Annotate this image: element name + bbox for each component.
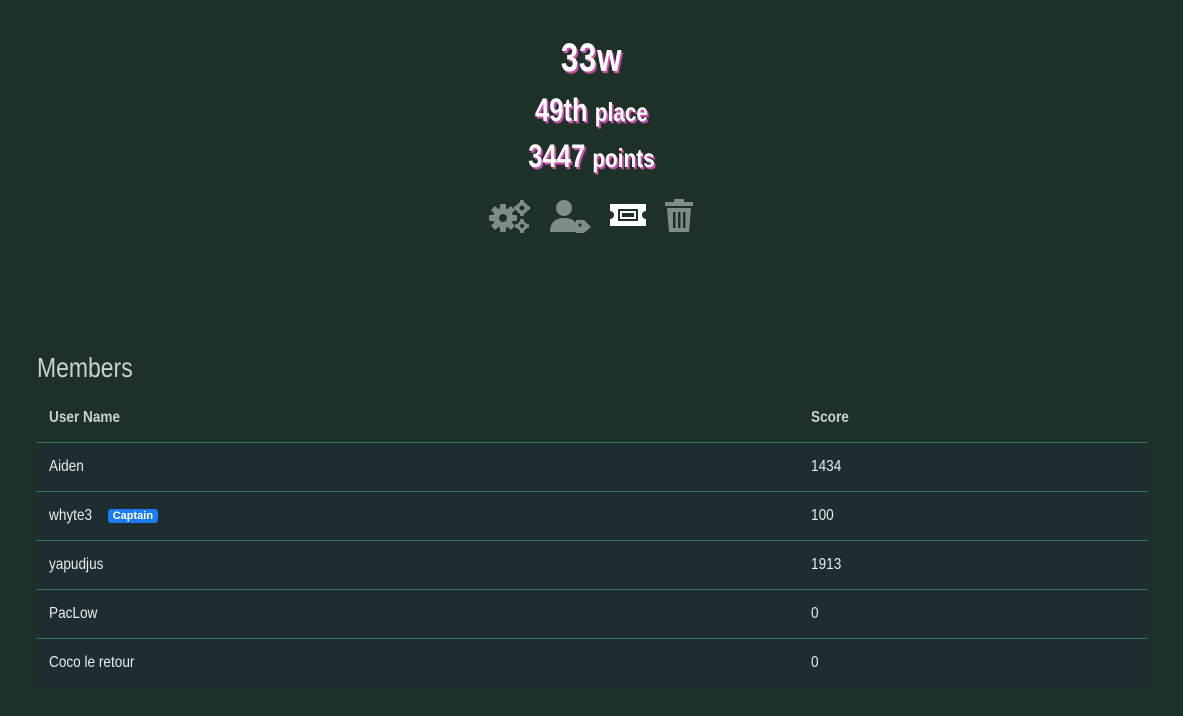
- team-name: 33w: [560, 36, 623, 80]
- table-row: Coco le retour 0: [37, 638, 1147, 687]
- table-row: yapudjus 1913: [37, 540, 1147, 590]
- points-label: points: [592, 143, 655, 173]
- points-number: 3447: [528, 138, 586, 174]
- team-toolbar: [488, 198, 698, 234]
- gears-icon: [489, 200, 530, 233]
- ticket-button[interactable]: [608, 198, 648, 234]
- place-label: place: [594, 97, 648, 127]
- delete-team-button[interactable]: [664, 198, 694, 234]
- member-link[interactable]: yapudjus: [49, 556, 103, 574]
- member-score: 1434: [811, 458, 842, 475]
- member-score: 0: [811, 605, 819, 622]
- column-header-score[interactable]: Score: [799, 394, 1147, 443]
- members-heading: Members: [37, 352, 133, 383]
- team-points: 3447 points: [118, 138, 1064, 175]
- member-name-cell: whyte3 Captain: [37, 491, 799, 541]
- trash-icon: [665, 199, 693, 232]
- ticket-icon: [610, 204, 646, 226]
- member-score: 1913: [811, 556, 842, 573]
- member-score-cell: 0: [799, 638, 1147, 687]
- column-label: Score: [811, 409, 849, 426]
- member-score-cell: 1434: [799, 442, 1147, 492]
- member-link[interactable]: Aiden: [49, 458, 84, 476]
- member-name-cell: Aiden: [37, 442, 799, 492]
- user-tag-icon: [550, 200, 591, 233]
- member-score-cell: 1913: [799, 540, 1147, 590]
- member-name-cell: Coco le retour: [37, 638, 799, 687]
- member-score: 100: [811, 507, 834, 524]
- captain-badge: Captain: [107, 508, 159, 523]
- member-score: 0: [811, 654, 819, 671]
- member-name-cell: yapudjus: [37, 540, 799, 590]
- member-name-cell: PacLow: [37, 589, 799, 639]
- team-page: 33w 49th place 3447 points Members User …: [0, 0, 1183, 716]
- table-row: whyte3 Captain 100: [37, 491, 1147, 541]
- member-link[interactable]: whyte3: [49, 507, 92, 525]
- member-tag-button[interactable]: [548, 198, 592, 234]
- members-table: User Name Score Aiden 1434 whyte3 Captain…: [37, 394, 1147, 687]
- place-number: 49th: [535, 92, 588, 128]
- column-label: User Name: [49, 409, 121, 426]
- table-row: Aiden 1434: [37, 442, 1147, 492]
- settings-button[interactable]: [488, 198, 532, 234]
- member-link[interactable]: PacLow: [49, 605, 97, 623]
- member-score-cell: 0: [799, 589, 1147, 639]
- column-header-user-name[interactable]: User Name: [37, 394, 799, 443]
- table-header-row: User Name Score: [37, 394, 1147, 443]
- table-row: PacLow 0: [37, 589, 1147, 639]
- member-link[interactable]: Coco le retour: [49, 654, 134, 672]
- member-score-cell: 100: [799, 491, 1147, 541]
- team-place: 49th place: [118, 92, 1064, 129]
